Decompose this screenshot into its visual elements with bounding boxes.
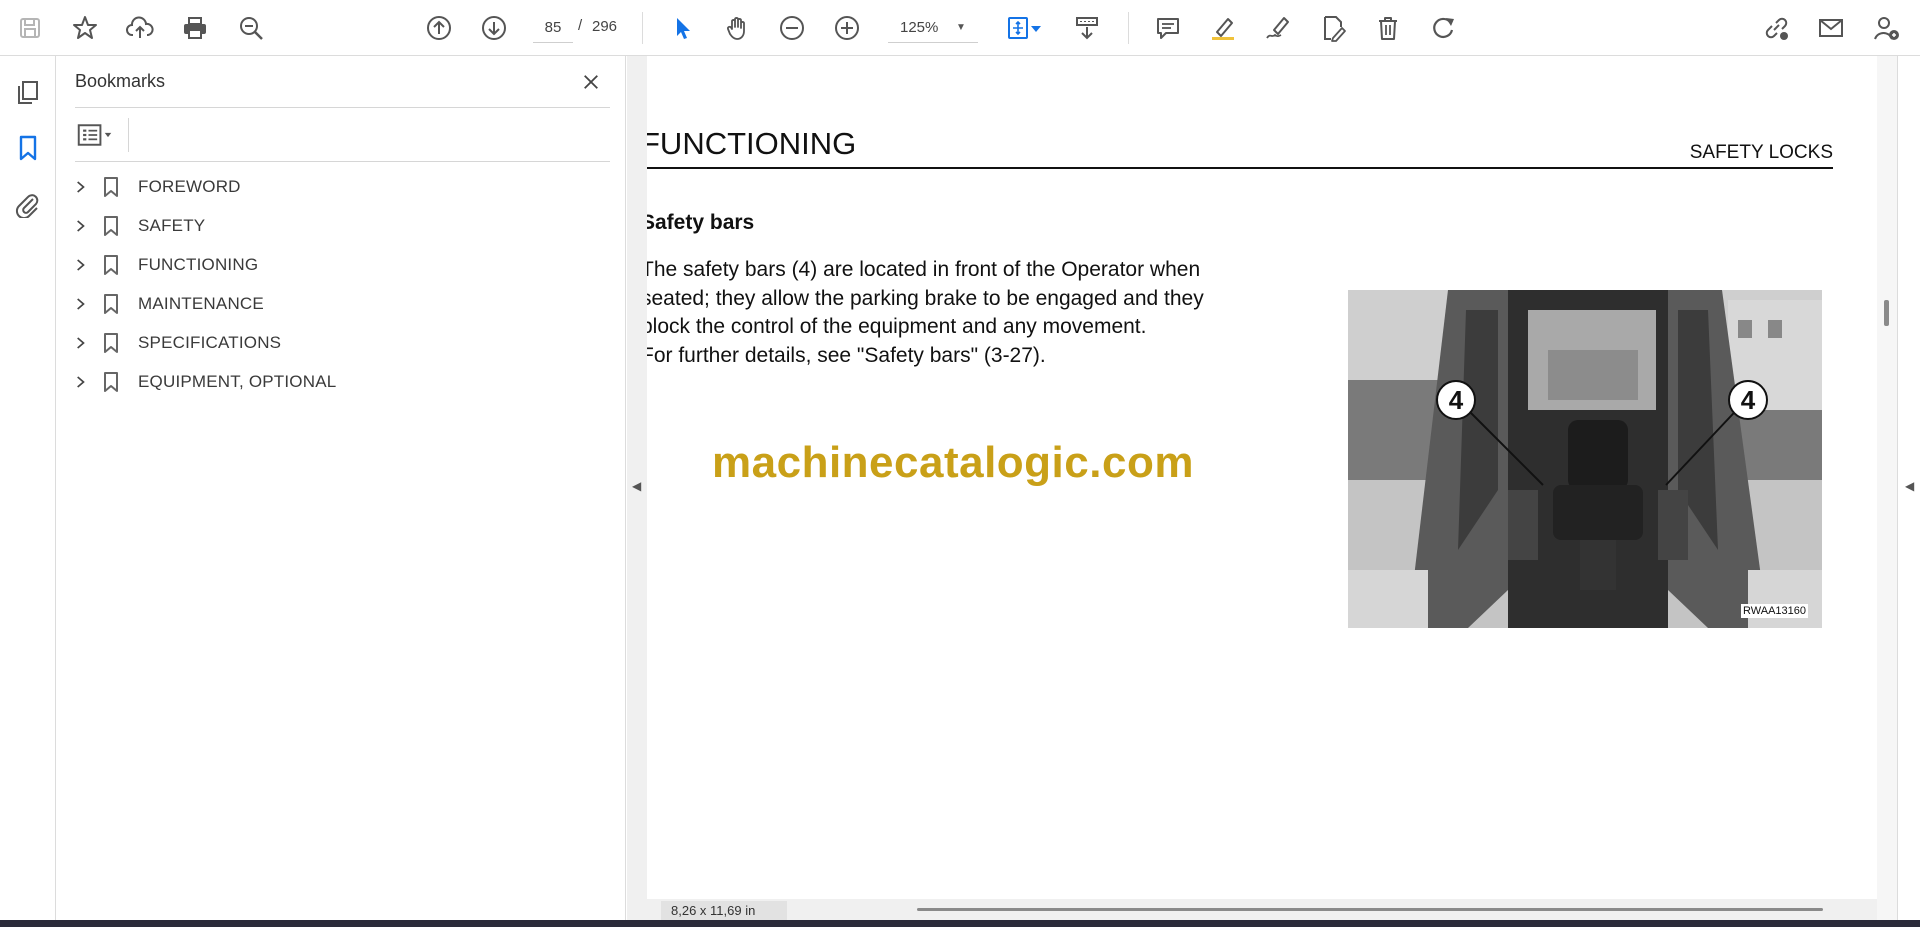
comment-icon[interactable]	[1150, 10, 1186, 46]
share-link-icon[interactable]	[1758, 10, 1794, 46]
bookmark-item-functioning[interactable]: FUNCTIONING	[70, 250, 258, 280]
bookmark-icon	[100, 331, 122, 355]
right-pane-toggle[interactable]: ◀	[1897, 56, 1920, 920]
chevron-right-icon[interactable]	[70, 254, 92, 276]
bookmark-label: FUNCTIONING	[138, 255, 259, 274]
bookmarks-icon[interactable]	[10, 130, 46, 166]
bookmark-item-specifications[interactable]: SPECIFICATIONS	[70, 328, 281, 358]
zoom-dropdown[interactable]: 125% ▼	[888, 13, 978, 43]
zoom-out-icon[interactable]	[774, 10, 810, 46]
left-rail	[0, 56, 56, 920]
panel-title: Bookmarks	[75, 71, 166, 91]
vertical-scrollbar[interactable]	[1877, 56, 1897, 920]
panel-splitter[interactable]: ◀	[627, 56, 647, 920]
divider	[75, 161, 610, 162]
bookmark-icon	[100, 175, 122, 199]
bookmarks-panel: Bookmarks FOREWORD SAFETY FUNCTIONING MA…	[56, 56, 626, 920]
header-rule	[647, 167, 1833, 169]
subsection-heading: Safety bars	[647, 211, 755, 234]
body-line: block the control of the equipment and a…	[647, 315, 1147, 338]
star-icon[interactable]	[67, 10, 103, 46]
callout-left: 4	[1436, 380, 1476, 420]
select-cursor-icon[interactable]	[665, 10, 701, 46]
delete-icon[interactable]	[1370, 10, 1406, 46]
bookmark-icon	[100, 214, 122, 238]
highlight-icon[interactable]	[1205, 10, 1241, 46]
chevron-right-icon[interactable]	[70, 293, 92, 315]
body-paragraph: The safety bars (4) are located in front…	[647, 256, 1311, 370]
chevron-right-icon[interactable]	[70, 176, 92, 198]
page-size-readout: 8,26 x 11,69 in	[661, 901, 787, 920]
bookmark-label: EQUIPMENT, OPTIONAL	[138, 372, 337, 391]
section-subtitle: SAFETY LOCKS	[1689, 142, 1833, 163]
chevron-right-icon[interactable]	[70, 332, 92, 354]
sign-icon[interactable]	[1260, 10, 1296, 46]
body-line: For further details, see "Safety bars" (…	[647, 343, 1046, 367]
chevron-right-icon[interactable]	[70, 215, 92, 237]
bookmark-icon	[100, 292, 122, 316]
fit-page-dropdown-icon[interactable]	[1028, 10, 1044, 46]
chevron-down-icon: ▼	[956, 22, 966, 33]
attachments-icon[interactable]	[10, 186, 46, 222]
zoom-search-icon[interactable]	[233, 10, 269, 46]
page-number-input[interactable]	[533, 13, 573, 43]
body-line: The safety bars (4) are located in front…	[647, 258, 1201, 281]
user-icon[interactable]	[1868, 10, 1904, 46]
bookmark-label: SAFETY	[138, 216, 206, 235]
bookmark-item-maintenance[interactable]: MAINTENANCE	[70, 289, 264, 319]
edit-icon[interactable]	[1315, 10, 1351, 46]
toolbar-divider	[642, 12, 643, 44]
list-options-icon	[77, 124, 112, 146]
bookmark-icon	[100, 370, 122, 394]
page-total: 296	[592, 18, 618, 35]
zoom-in-icon[interactable]	[829, 10, 865, 46]
bookmark-item-foreword[interactable]: FOREWORD	[70, 172, 241, 202]
print-icon[interactable]	[177, 10, 213, 46]
divider	[75, 107, 610, 108]
body-line: seated; they allow the parking brake to …	[647, 286, 1204, 310]
arrow-up-icon[interactable]	[421, 10, 457, 46]
horizontal-scrollbar[interactable]	[917, 908, 1823, 911]
pdf-page: FUNCTIONING SAFETY LOCKS Safety bars The…	[647, 56, 1877, 900]
operator-cab-photo: 4 4 RWAA13160	[1348, 290, 1822, 628]
watermark-text: machinecatalogic.com	[712, 438, 1194, 487]
document-viewport[interactable]: FUNCTIONING SAFETY LOCKS Safety bars The…	[647, 56, 1877, 920]
bookmark-label: MAINTENANCE	[138, 294, 264, 313]
cloud-upload-icon[interactable]	[122, 10, 158, 46]
rotate-icon[interactable]	[1425, 10, 1461, 46]
status-bar: 8,26 x 11,69 in	[647, 899, 1877, 920]
callout-right: 4	[1728, 380, 1768, 420]
section-title: FUNCTIONING	[647, 126, 857, 161]
collapse-left-icon[interactable]: ◀	[632, 479, 641, 493]
page-thumbnails-icon[interactable]	[10, 74, 46, 110]
chevron-right-icon[interactable]	[70, 371, 92, 393]
bookmark-label: SPECIFICATIONS	[138, 333, 282, 352]
bookmark-item-equipment-optional[interactable]: EQUIPMENT, OPTIONAL	[70, 367, 336, 397]
page-separator: /	[578, 17, 583, 34]
bookmark-options-button[interactable]	[75, 120, 121, 150]
arrow-down-icon[interactable]	[476, 10, 512, 46]
save-icon[interactable]	[12, 10, 48, 46]
close-icon[interactable]	[576, 67, 606, 97]
scroll-mode-icon[interactable]	[1069, 10, 1105, 46]
email-icon[interactable]	[1813, 10, 1849, 46]
image-caption: RWAA13160	[1741, 604, 1808, 618]
toolbar-divider	[1128, 12, 1129, 44]
bookmark-label: FOREWORD	[138, 177, 241, 196]
scrollbar-thumb[interactable]	[1884, 300, 1889, 326]
taskbar-strip	[0, 920, 1920, 927]
bookmark-icon	[100, 253, 122, 277]
cab-illustration	[1348, 290, 1822, 628]
bookmark-item-safety[interactable]: SAFETY	[70, 211, 205, 241]
expand-left-icon[interactable]: ◀	[1905, 479, 1914, 493]
zoom-value: 125%	[900, 19, 939, 36]
top-toolbar: / 296 125% ▼	[0, 0, 1920, 56]
divider	[128, 118, 129, 152]
hand-icon[interactable]	[719, 10, 755, 46]
